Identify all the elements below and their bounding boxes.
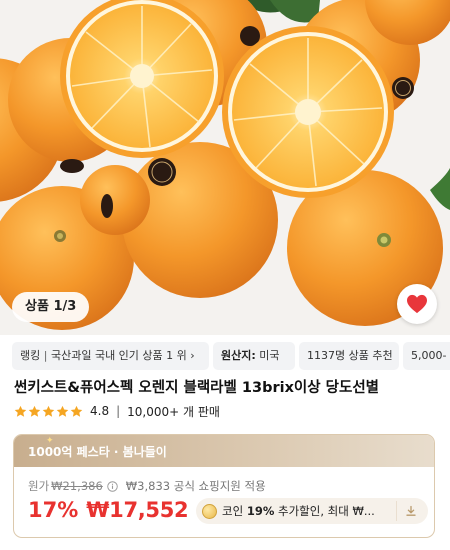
download-icon[interactable] <box>396 501 424 521</box>
original-price: ₩21,386 <box>51 479 103 493</box>
oranges-photo <box>0 0 450 335</box>
ranking-separator: | <box>43 349 48 362</box>
origin-chip[interactable]: 원산지: 미국 <box>213 342 295 370</box>
star-icon <box>42 405 55 417</box>
ranking-chip[interactable]: 랭킹 | 국산과일 국내 인기 상품 1 위 › <box>12 342 209 370</box>
chevron-right-icon: › <box>190 349 195 362</box>
origin-label: 원산지: <box>221 349 256 362</box>
image-page-indicator: 상품 1/3 <box>12 292 90 322</box>
info-icon[interactable] <box>107 480 118 492</box>
sales-count: 10,000+ 개 판매 <box>127 404 220 419</box>
product-info-chips: 랭킹 | 국산과일 국내 인기 상품 1 위 › 원산지: 미국 1137명 상… <box>0 342 450 370</box>
next-chip[interactable]: 5,000- <box>403 342 450 370</box>
coin-icon <box>202 503 217 519</box>
star-icon <box>70 405 83 417</box>
product-title: 썬키스트&퓨어스펙 오렌지 블랙라벨 13brix이상 당도선별 <box>14 380 380 396</box>
star-icon <box>28 405 41 417</box>
product-image[interactable]: 상품 1/3 <box>0 0 450 335</box>
star-icon <box>56 405 69 417</box>
price-card: ✦ 1000억 페스타 · 봄나들이 원가 ₩21,386 ₩3,833 공식 … <box>13 434 435 538</box>
coupon-discount-text: ₩3,833 공식 쇼핑지원 적용 <box>125 479 266 493</box>
original-price-row: 원가 ₩21,386 ₩3,833 공식 쇼핑지원 적용 <box>28 478 266 494</box>
discount-percent: 17% <box>28 498 79 522</box>
star-rating <box>14 405 83 418</box>
next-chip-text: 5,000- <box>411 349 447 362</box>
recommend-chip[interactable]: 1137명 상품 추천 <box>299 342 399 370</box>
sale-price: ₩17,552 <box>86 498 189 522</box>
price-row: 17% ₩17,552 <box>28 498 189 522</box>
star-icon <box>14 405 27 417</box>
origin-value: 미국 <box>259 349 280 362</box>
original-price-label: 원가 <box>28 479 50 493</box>
coin-discount-text: 코인 19% 추가할인, 최대 ₩... <box>222 504 375 518</box>
wishlist-button[interactable] <box>397 284 437 324</box>
ranking-label: 랭킹 <box>20 349 41 362</box>
heart-icon <box>407 294 427 314</box>
promo-banner[interactable]: ✦ 1000억 페스타 · 봄나들이 <box>14 435 434 467</box>
sparkle-icon: ✦ <box>46 436 54 446</box>
recommend-text: 1137명 상품 추천 <box>307 349 393 362</box>
ranking-text: 국산과일 국내 인기 상품 1 위 <box>50 349 187 362</box>
rating-row[interactable]: 4.8 | 10,000+ 개 판매 <box>14 402 220 420</box>
rating-divider: | <box>116 404 121 418</box>
coin-discount-button[interactable]: 코인 19% 추가할인, 최대 ₩... <box>196 498 428 524</box>
rating-value: 4.8 <box>90 404 110 418</box>
